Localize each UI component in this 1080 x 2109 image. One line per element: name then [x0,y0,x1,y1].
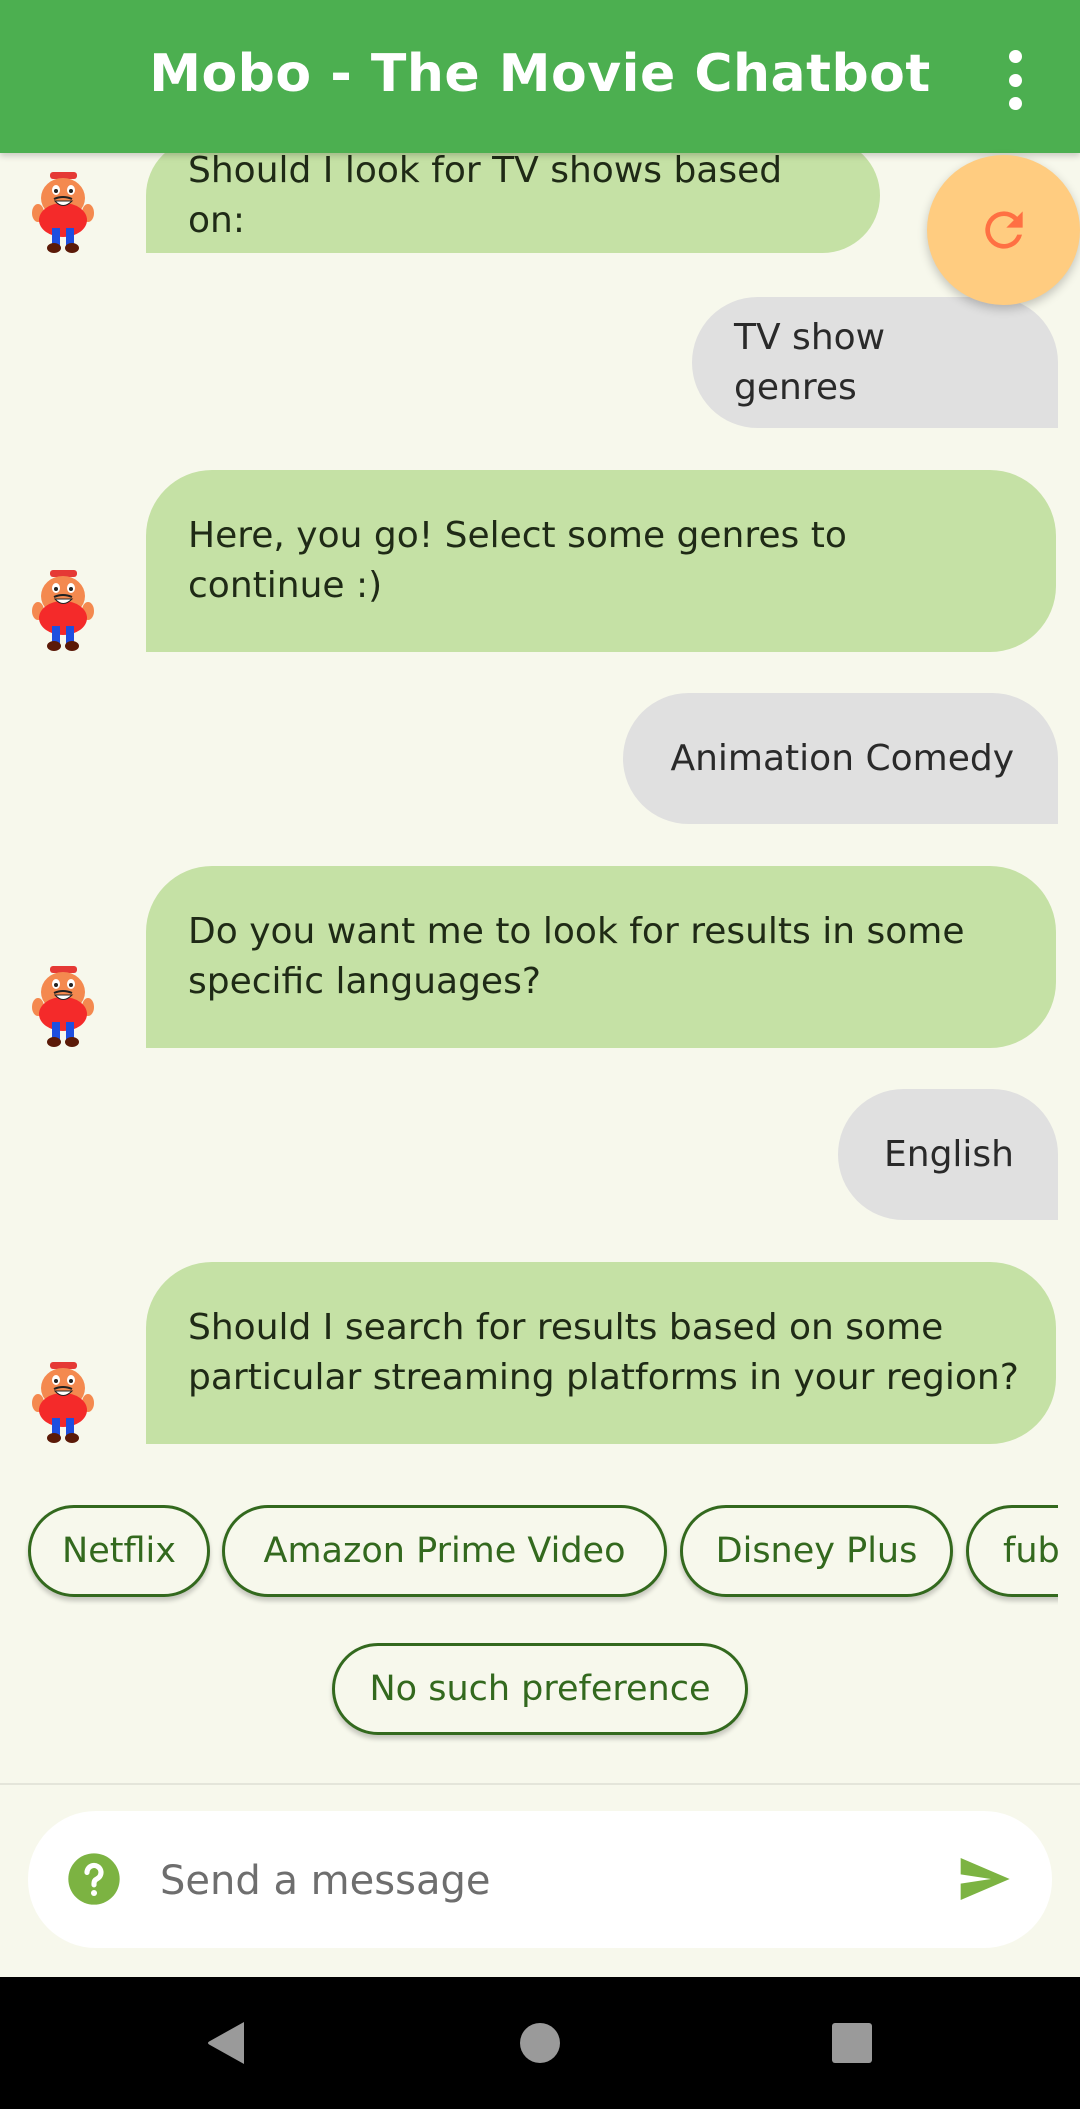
message-input[interactable] [158,1841,942,1921]
refresh-button[interactable] [927,155,1080,305]
chip-amazon-prime-video[interactable]: Amazon Prime Video [222,1505,667,1597]
message-row-bot: Should I look for TV shows based on: [0,138,1080,253]
message-text: Do you want me to look for results in so… [188,911,965,1002]
message-row-bot: Should I search for results based on som… [0,1262,1080,1444]
bot-message-bubble: Do you want me to look for results in so… [146,866,1056,1048]
bot-message-bubble: Should I search for results based on som… [146,1262,1056,1444]
app-header: Mobo - The Movie Chatbot [0,0,1080,153]
bot-avatar-icon [32,172,94,253]
refresh-icon [984,211,1023,249]
system-nav-bar [0,1977,1080,2109]
message-text: Here, you go! Select some genres to cont… [188,515,847,606]
send-icon[interactable] [954,1851,1014,1907]
user-message-bubble: English [838,1089,1058,1220]
nav-back-button[interactable] [196,2017,256,2069]
bot-avatar-icon [32,966,94,1047]
composer-divider [0,1783,1080,1785]
user-message-bubble: Animation Comedy [623,693,1058,824]
message-text: Animation Comedy [670,737,1014,779]
bot-message-bubble: Here, you go! Select some genres to cont… [146,470,1056,652]
recents-icon [832,2023,872,2063]
chip-label: fub [1003,1531,1058,1571]
message-text: English [884,1133,1014,1175]
message-composer [28,1811,1052,1948]
message-text: Should I search for results based on som… [188,1307,1019,1398]
message-row-user: Animation Comedy [0,693,1080,824]
chip-no-preference[interactable]: No such preference [332,1643,748,1735]
chip-label: Netflix [62,1531,176,1571]
bot-message-bubble: Should I look for TV shows based on: [146,138,880,253]
nav-recents-button[interactable] [822,2017,882,2069]
user-message-bubble: TV show genres [692,297,1058,428]
message-text: Should I look for TV shows based on: [188,149,783,241]
help-circle-icon[interactable] [66,1851,122,1907]
home-icon [520,2023,560,2063]
chip-label: Amazon Prime Video [263,1531,626,1571]
chip-label: Disney Plus [715,1531,918,1571]
message-text: TV show genres [734,316,886,408]
message-row-user: TV show genres [0,297,1080,428]
chip-netflix[interactable]: Netflix [28,1505,210,1597]
back-icon [208,2022,244,2064]
more-vert-icon[interactable] [990,50,1040,110]
chip-disney-plus[interactable]: Disney Plus [680,1505,953,1597]
app-title: Mobo - The Movie Chatbot [149,44,931,104]
bot-avatar-icon [32,570,94,651]
chat-list[interactable]: Should I look for TV shows based on: TV … [0,0,1080,1783]
chip-label: No such preference [369,1669,711,1709]
message-row-user: English [0,1089,1080,1220]
nav-home-button[interactable] [510,2017,570,2069]
chip-fubo[interactable]: fub [966,1505,1058,1597]
suggestion-chips[interactable]: Netflix Amazon Prime Video Disney Plus f… [0,1505,1058,1605]
message-row-bot: Here, you go! Select some genres to cont… [0,470,1080,652]
message-row-bot: Do you want me to look for results in so… [0,866,1080,1048]
bot-avatar-icon [32,1362,94,1443]
